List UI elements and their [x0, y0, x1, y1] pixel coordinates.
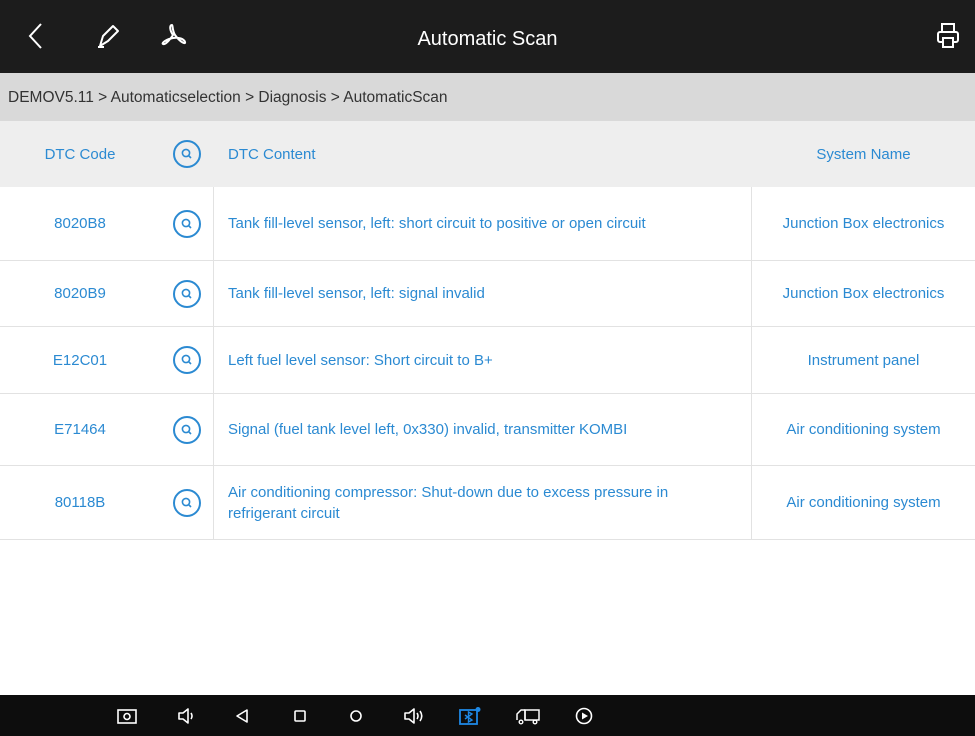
dtc-content: Tank fill-level sensor, left: short circ… [228, 215, 646, 232]
printer-icon[interactable] [930, 18, 966, 54]
pen-icon[interactable] [90, 18, 126, 54]
vci-icon[interactable] [457, 703, 483, 729]
screenshot-icon[interactable] [114, 703, 140, 729]
search-icon[interactable] [172, 488, 201, 517]
back-icon[interactable] [18, 18, 54, 54]
nav-recents-icon[interactable] [287, 703, 313, 729]
dtc-content: Tank fill-level sensor, left: signal inv… [228, 285, 485, 302]
nav-back-icon[interactable] [229, 703, 255, 729]
pdf-icon[interactable] [156, 18, 192, 54]
page-title: Automatic Scan [417, 28, 558, 50]
dtc-code: E71464 [54, 421, 106, 438]
dtc-code: 80118B [54, 494, 106, 511]
column-header-dtc-code[interactable]: DTC Code [0, 121, 160, 187]
volume-up-icon[interactable] [401, 703, 427, 729]
play-icon[interactable] [571, 703, 597, 729]
search-icon[interactable] [172, 346, 201, 374]
dtc-code: 8020B9 [54, 285, 106, 302]
table-row[interactable]: 8020B8 Tank fill-level sensor, left: sho… [0, 187, 975, 261]
volume-down-icon[interactable] [173, 703, 199, 729]
search-icon[interactable] [172, 415, 201, 444]
column-header-system-name[interactable]: System Name [752, 121, 975, 187]
table-row[interactable]: E12C01 Left fuel level sensor: Short cir… [0, 327, 975, 394]
search-icon[interactable] [172, 209, 201, 238]
dtc-content: Signal (fuel tank level left, 0x330) inv… [228, 421, 628, 438]
system-name: Instrument panel [807, 351, 920, 369]
dtc-code: 8020B8 [54, 215, 106, 232]
system-nav-bar [0, 695, 975, 736]
breadcrumb: DEMOV5.11 > Automaticselection > Diagnos… [0, 73, 975, 121]
dtc-content: Air conditioning compressor: Shut-down d… [228, 483, 669, 522]
table-header: DTC Code DTC Content System Name [0, 121, 975, 187]
top-bar: Automatic Scan [0, 0, 975, 73]
system-name: Junction Box electronics [782, 215, 945, 232]
system-name: Junction Box electronics [782, 285, 945, 302]
table-row[interactable]: 80118B Air conditioning compressor: Shut… [0, 466, 975, 540]
table-row[interactable]: 8020B9 Tank fill-level sensor, left: sig… [0, 261, 975, 327]
column-header-dtc-content[interactable]: DTC Content [214, 121, 752, 187]
truck-icon[interactable] [515, 703, 541, 729]
nav-home-icon[interactable] [343, 703, 369, 729]
search-icon[interactable] [172, 279, 201, 308]
system-name: Air conditioning system [786, 421, 941, 438]
table-row[interactable]: E71464 Signal (fuel tank level left, 0x3… [0, 394, 975, 466]
system-name: Air conditioning system [786, 494, 941, 511]
dtc-code: E12C01 [52, 351, 108, 369]
dtc-content: Left fuel level sensor: Short circuit to… [228, 351, 493, 369]
search-icon[interactable] [173, 140, 201, 168]
